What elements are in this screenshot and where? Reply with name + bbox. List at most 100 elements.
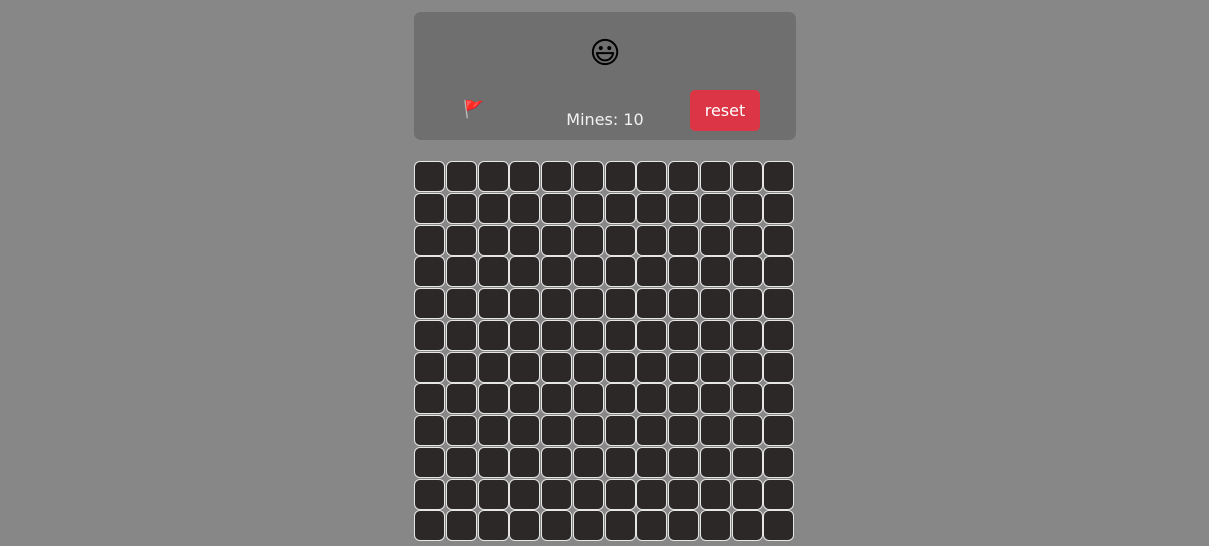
board-cell[interactable] — [572, 510, 604, 542]
board-cell[interactable] — [699, 288, 731, 319]
board-cell[interactable] — [572, 351, 604, 383]
board-cell[interactable] — [731, 383, 763, 415]
board-cell[interactable] — [572, 319, 604, 351]
board-cell[interactable] — [445, 415, 477, 446]
board-cell[interactable] — [668, 319, 699, 351]
board-cell[interactable] — [509, 319, 541, 351]
board-cell[interactable] — [541, 510, 572, 542]
board-cell[interactable] — [445, 446, 477, 478]
board-cell[interactable] — [414, 383, 445, 415]
board-cell[interactable] — [509, 510, 541, 542]
board-cell[interactable] — [541, 288, 572, 319]
board-cell[interactable] — [763, 510, 795, 542]
board-cell[interactable] — [604, 478, 636, 510]
board-cell[interactable] — [668, 478, 699, 510]
board-cell[interactable] — [541, 383, 572, 415]
board-cell[interactable] — [509, 415, 541, 446]
board-cell[interactable] — [699, 256, 731, 288]
board-cell[interactable] — [636, 351, 668, 383]
board-cell[interactable] — [668, 510, 699, 542]
board-cell[interactable] — [414, 319, 445, 351]
board-cell[interactable] — [668, 351, 699, 383]
board-cell[interactable] — [604, 192, 636, 224]
board-cell[interactable] — [572, 383, 604, 415]
board-cell[interactable] — [572, 161, 604, 192]
board-cell[interactable] — [699, 351, 731, 383]
board-cell[interactable] — [414, 446, 445, 478]
board-cell[interactable] — [541, 351, 572, 383]
board-cell[interactable] — [509, 288, 541, 319]
board-cell[interactable] — [572, 256, 604, 288]
board-cell[interactable] — [414, 192, 445, 224]
board-cell[interactable] — [699, 415, 731, 446]
board-cell[interactable] — [572, 415, 604, 446]
board-cell[interactable] — [477, 351, 509, 383]
board-cell[interactable] — [477, 288, 509, 319]
board-cell[interactable] — [509, 161, 541, 192]
board-cell[interactable] — [636, 288, 668, 319]
board-cell[interactable] — [477, 224, 509, 256]
board-cell[interactable] — [636, 383, 668, 415]
board-cell[interactable] — [477, 383, 509, 415]
board-cell[interactable] — [699, 478, 731, 510]
board-cell[interactable] — [445, 256, 477, 288]
board-cell[interactable] — [636, 510, 668, 542]
board-cell[interactable] — [699, 319, 731, 351]
board-cell[interactable] — [509, 478, 541, 510]
board-cell[interactable] — [414, 224, 445, 256]
board-cell[interactable] — [699, 510, 731, 542]
board-cell[interactable] — [763, 192, 795, 224]
board-cell[interactable] — [763, 478, 795, 510]
board-cell[interactable] — [509, 256, 541, 288]
board-cell[interactable] — [572, 478, 604, 510]
board-cell[interactable] — [509, 446, 541, 478]
board-cell[interactable] — [477, 446, 509, 478]
board-cell[interactable] — [604, 319, 636, 351]
board-cell[interactable] — [604, 383, 636, 415]
board-cell[interactable] — [699, 224, 731, 256]
board-cell[interactable] — [414, 510, 445, 542]
board-cell[interactable] — [572, 446, 604, 478]
board-cell[interactable] — [509, 224, 541, 256]
board-cell[interactable] — [763, 446, 795, 478]
board-cell[interactable] — [668, 161, 699, 192]
board-cell[interactable] — [668, 446, 699, 478]
board-cell[interactable] — [414, 478, 445, 510]
board-cell[interactable] — [763, 256, 795, 288]
board-cell[interactable] — [541, 224, 572, 256]
board-cell[interactable] — [668, 288, 699, 319]
board-cell[interactable] — [604, 415, 636, 446]
board-cell[interactable] — [445, 319, 477, 351]
board-cell[interactable] — [414, 256, 445, 288]
board-cell[interactable] — [414, 415, 445, 446]
board-cell[interactable] — [763, 288, 795, 319]
board-cell[interactable] — [763, 415, 795, 446]
board-cell[interactable] — [636, 478, 668, 510]
board-cell[interactable] — [699, 383, 731, 415]
board-cell[interactable] — [604, 351, 636, 383]
board-cell[interactable] — [604, 224, 636, 256]
board-cell[interactable] — [541, 319, 572, 351]
board-cell[interactable] — [763, 319, 795, 351]
board-cell[interactable] — [477, 192, 509, 224]
board-cell[interactable] — [668, 415, 699, 446]
board-cell[interactable] — [445, 288, 477, 319]
board-cell[interactable] — [636, 415, 668, 446]
board-cell[interactable] — [763, 224, 795, 256]
board-cell[interactable] — [541, 192, 572, 224]
board-cell[interactable] — [477, 510, 509, 542]
board-cell[interactable] — [477, 478, 509, 510]
board-cell[interactable] — [414, 161, 445, 192]
board-cell[interactable] — [731, 288, 763, 319]
board-cell[interactable] — [731, 192, 763, 224]
board-cell[interactable] — [636, 256, 668, 288]
smiley-face-icon[interactable]: 😃 — [587, 36, 623, 72]
board-cell[interactable] — [763, 383, 795, 415]
board-cell[interactable] — [731, 446, 763, 478]
board-cell[interactable] — [572, 224, 604, 256]
board-cell[interactable] — [477, 256, 509, 288]
board-cell[interactable] — [445, 192, 477, 224]
board-cell[interactable] — [636, 446, 668, 478]
board-cell[interactable] — [445, 224, 477, 256]
board-cell[interactable] — [414, 351, 445, 383]
